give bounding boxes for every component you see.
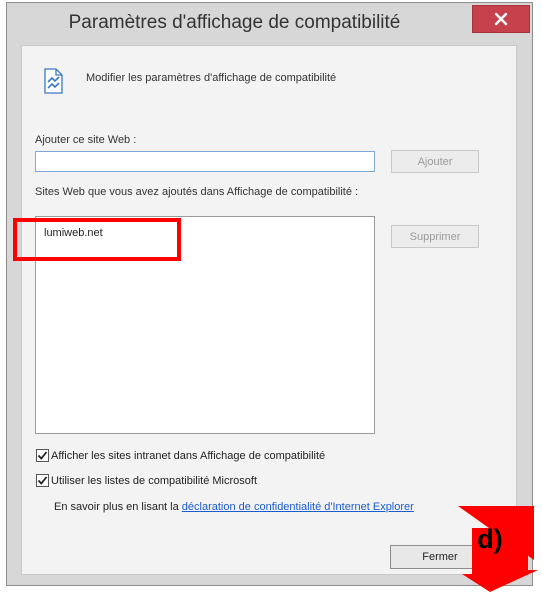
intranet-option-label: Afficher les sites intranet dans Afficha… bbox=[51, 449, 326, 462]
annotation-label: d) bbox=[477, 524, 502, 554]
window-title: Paramètres d'affichage de compatibilité bbox=[68, 12, 401, 33]
dialog-heading: Modifier les paramètres d'affichage de c… bbox=[86, 72, 337, 84]
intranet-checkbox[interactable] bbox=[36, 449, 49, 462]
close-icon bbox=[494, 12, 508, 26]
checkmark-icon bbox=[37, 476, 48, 485]
privacy-statement-link[interactable]: déclaration de confidentialité d'Interne… bbox=[182, 501, 414, 513]
ms-lists-checkbox[interactable] bbox=[36, 474, 49, 487]
close-window-button[interactable] bbox=[472, 5, 530, 33]
add-site-input[interactable] bbox=[35, 151, 375, 172]
ms-lists-option-label: Utiliser les listes de compatibilité Mic… bbox=[51, 474, 258, 487]
checkmark-icon bbox=[37, 451, 48, 460]
remove-button[interactable]: Supprimer bbox=[391, 225, 479, 248]
ms-lists-option[interactable]: Utiliser les listes de compatibilité Mic… bbox=[36, 474, 257, 487]
compatibility-view-icon bbox=[44, 68, 63, 94]
add-site-label: Ajouter ce site Web : bbox=[35, 134, 137, 146]
privacy-text: En savoir plus en lisant la déclaration … bbox=[54, 501, 474, 514]
intranet-option[interactable]: Afficher les sites intranet dans Afficha… bbox=[36, 449, 325, 462]
privacy-prefix: En savoir plus en lisant la bbox=[54, 501, 182, 513]
annotation-highlight-box bbox=[13, 218, 181, 261]
annotation-arrow: d) bbox=[458, 506, 538, 592]
sites-list-label: Sites Web que vous avez ajoutés dans Aff… bbox=[35, 186, 359, 198]
dialog-body: Modifier les paramètres d'affichage de c… bbox=[21, 45, 517, 575]
title-bar: Paramètres d'affichage de compatibilité bbox=[7, 3, 532, 45]
add-button[interactable]: Ajouter bbox=[391, 150, 479, 173]
